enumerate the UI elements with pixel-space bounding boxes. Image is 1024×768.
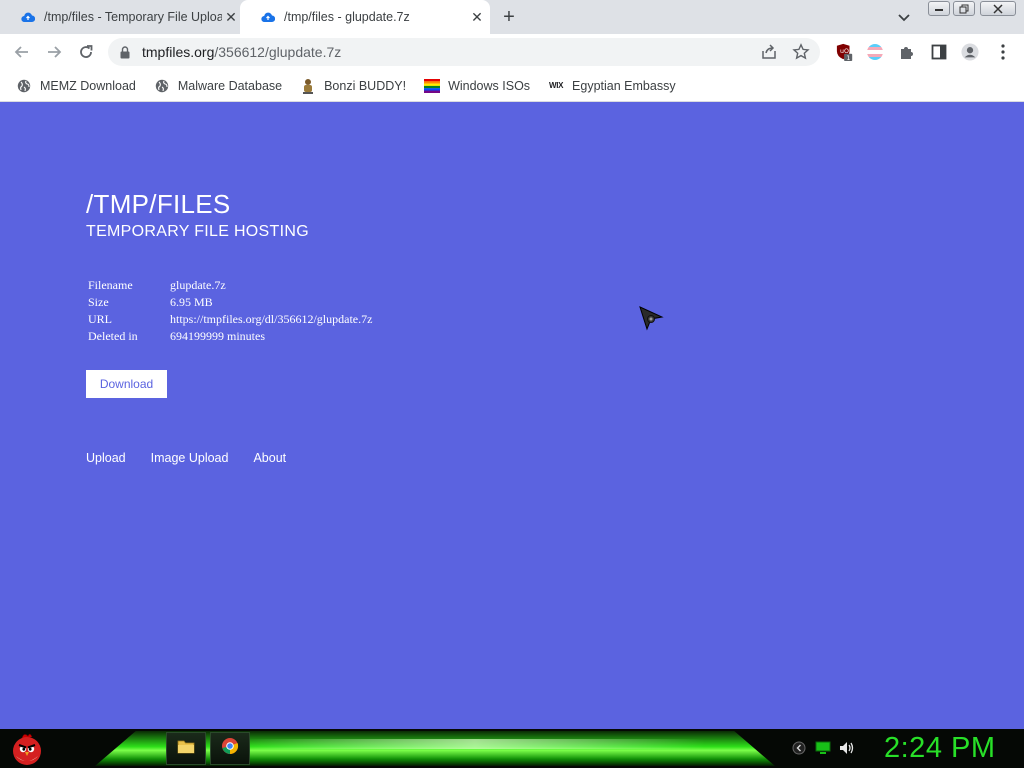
tab-title: /tmp/files - Temporary File Upload: [44, 10, 222, 24]
page-title: /TMP/FILES: [86, 189, 231, 219]
side-panel-icon[interactable]: [930, 43, 948, 61]
bookmark-label: Malware Database: [177, 78, 283, 93]
bookmark-egyptian-embassy[interactable]: WIX Egyptian Embassy: [548, 78, 676, 94]
chrome-icon: [221, 737, 239, 760]
bookmark-label: MEMZ Download: [40, 78, 136, 93]
mouse-cursor-icon: [638, 305, 666, 333]
tab-glupdate[interactable]: /tmp/files - glupdate.7z ✕: [240, 0, 490, 34]
minimize-button[interactable]: [928, 1, 950, 16]
info-value: glupdate.7z: [170, 278, 226, 292]
table-row: Size 6.95 MB: [86, 294, 374, 311]
close-icon[interactable]: ✕: [468, 8, 486, 26]
folder-icon: [177, 739, 195, 759]
cloud-upload-icon: [20, 9, 36, 25]
cloud-upload-icon: [260, 9, 276, 25]
file-explorer-taskbar-button[interactable]: [166, 732, 206, 765]
tab-strip: /tmp/files - Temporary File Upload ✕ /tm…: [0, 0, 1024, 34]
close-icon[interactable]: ✕: [222, 8, 240, 26]
page-content: /TMP/FILES TEMPORARY FILE HOSTING Filena…: [0, 103, 1024, 729]
lock-icon[interactable]: [120, 45, 134, 59]
globe-icon: [16, 78, 32, 94]
table-row: URL https://tmpfiles.org/dl/356612/glupd…: [86, 311, 374, 328]
tab-title: /tmp/files - glupdate.7z: [284, 10, 410, 24]
taskbar-clock[interactable]: 2:24 PM: [884, 732, 996, 765]
bookmark-malware-database[interactable]: Malware Database: [154, 78, 282, 94]
file-info-table: Filename glupdate.7z Size 6.95 MB URL ht…: [86, 277, 374, 345]
angry-bird-start-icon[interactable]: [8, 730, 46, 768]
table-row: Filename glupdate.7z: [86, 277, 374, 294]
ublock-extension-icon[interactable]: uO 1: [836, 43, 854, 62]
reload-button[interactable]: [76, 42, 96, 62]
download-button[interactable]: Download: [86, 370, 167, 398]
bookmark-label: Egyptian Embassy: [572, 78, 676, 93]
info-key: URL: [88, 312, 112, 326]
taskbar-highlight: [245, 739, 705, 749]
footer-nav: Upload Image Upload About: [86, 451, 311, 465]
bookmark-memz-download[interactable]: MEMZ Download: [16, 78, 136, 94]
chevron-down-icon[interactable]: [896, 9, 912, 25]
trans-flag-extension-icon[interactable]: [866, 43, 884, 61]
browser-toolbar: tmpfiles.org/356612/glupdate.7z uO 1: [0, 34, 1024, 70]
image-upload-link[interactable]: Image Upload: [151, 451, 229, 465]
share-icon[interactable]: [760, 43, 778, 66]
tab-tmpfiles-upload[interactable]: /tmp/files - Temporary File Upload ✕: [0, 0, 248, 34]
bookmark-bonzi-buddy[interactable]: Bonzi BUDDY!: [300, 78, 406, 94]
info-key: Deleted in: [88, 329, 138, 343]
taskbar: 2:24 PM: [0, 729, 1024, 768]
close-window-button[interactable]: [980, 1, 1016, 16]
extensions-puzzle-icon[interactable]: [898, 43, 916, 61]
bookmarks-bar: MEMZ Download Malware Database Bonzi BUD…: [0, 70, 1024, 102]
info-value: 694199999 minutes: [170, 329, 265, 343]
network-icon[interactable]: [814, 739, 832, 757]
bookmark-label: Windows ISOs: [448, 78, 531, 93]
info-key: Size: [88, 295, 109, 309]
volume-icon[interactable]: [838, 739, 856, 757]
more-menu-icon[interactable]: [994, 43, 1012, 61]
forward-button[interactable]: [44, 42, 64, 62]
svg-text:1: 1: [846, 55, 850, 62]
bonzi-icon: [300, 78, 316, 94]
url-domain: tmpfiles.org: [142, 44, 215, 60]
info-key: Filename: [88, 278, 133, 292]
page-subtitle: TEMPORARY FILE HOSTING: [86, 223, 309, 240]
wix-icon: WIX: [548, 81, 564, 90]
info-value: 6.95 MB: [170, 295, 213, 309]
info-value: https://tmpfiles.org/dl/356612/glupdate.…: [170, 312, 373, 326]
system-tray: [790, 739, 862, 757]
chrome-taskbar-button[interactable]: [210, 732, 250, 765]
rainbow-flag-icon: [424, 78, 441, 94]
globe-icon: [154, 78, 170, 94]
url-text: tmpfiles.org/356612/glupdate.7z: [142, 44, 341, 60]
address-bar[interactable]: tmpfiles.org/356612/glupdate.7z: [108, 38, 820, 66]
url-path: /356612/glupdate.7z: [214, 44, 342, 60]
profile-avatar-icon[interactable]: [961, 43, 979, 61]
hidden-icons-icon[interactable]: [790, 739, 808, 757]
about-link[interactable]: About: [253, 451, 286, 465]
table-row: Deleted in 694199999 minutes: [86, 328, 374, 345]
restore-button[interactable]: [953, 1, 975, 16]
back-button[interactable]: [12, 42, 32, 62]
bookmark-star-icon[interactable]: [792, 43, 810, 66]
new-tab-button[interactable]: +: [498, 7, 520, 27]
upload-link[interactable]: Upload: [86, 451, 126, 465]
bookmark-windows-isos[interactable]: Windows ISOs: [424, 78, 530, 94]
bookmark-label: Bonzi BUDDY!: [324, 78, 407, 93]
